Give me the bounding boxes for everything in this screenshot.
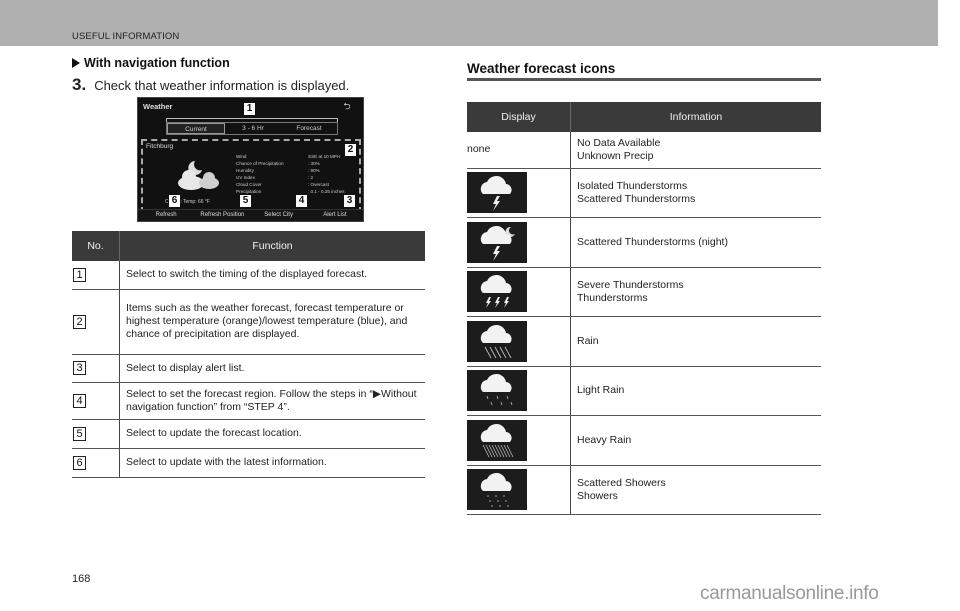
cloud-multi-lightning-icon xyxy=(467,271,527,312)
table-row: Scattered Showers Showers xyxy=(467,465,821,515)
step-text: Check that weather information is displa… xyxy=(94,78,350,93)
nav-heading-text: With navigation function xyxy=(84,56,230,70)
table-row: Rain xyxy=(467,316,821,367)
info-line: Showers xyxy=(577,489,618,502)
callout-1: 1 xyxy=(243,102,256,116)
heading-rule xyxy=(467,78,821,81)
function-text: Select to update with the latest informa… xyxy=(119,448,425,478)
table-row: 6 Select to update with the latest infor… xyxy=(72,448,425,478)
cloud-moon-lightning-icon xyxy=(467,221,527,263)
table-row: 2 Items such as the weather forecast, fo… xyxy=(72,289,425,355)
cloud-light-rain-icon xyxy=(467,370,527,411)
function-text: Select to display alert list. xyxy=(119,354,425,383)
table-row: 4 Select to set the forecast region. Fol… xyxy=(72,382,425,420)
function-text: Select to update the forecast location. xyxy=(119,419,425,449)
table-row: Light Rain xyxy=(467,366,821,416)
info-line: Rain xyxy=(577,334,599,347)
display-none: none xyxy=(467,132,571,169)
header-information: Information xyxy=(570,102,821,132)
table-row: Isolated Thunderstorms Scattered Thunders… xyxy=(467,168,821,218)
table-row: Heavy Rain xyxy=(467,415,821,466)
triangle-bullet-icon xyxy=(72,58,80,68)
number-badge: 4 xyxy=(73,393,86,408)
nav-heading: With navigation function xyxy=(72,56,230,70)
select-city-button[interactable]: Select City xyxy=(251,210,307,221)
tab-current[interactable]: Current xyxy=(167,123,225,134)
cloud-lightning-icon xyxy=(467,172,527,213)
tab-forecast[interactable]: Forecast xyxy=(281,123,337,134)
step-number: 3. xyxy=(72,75,87,94)
info-line: Severe Thunderstorms xyxy=(577,278,684,291)
screen-title: Weather xyxy=(143,102,173,111)
table-header: No. Function xyxy=(72,231,425,261)
page-number: 168 xyxy=(72,573,91,585)
detail-row: Humidity: 90% xyxy=(236,168,320,173)
city-name: Fitchburg xyxy=(146,143,174,150)
cloud-moon-icon xyxy=(178,161,219,190)
table-row: 1 Select to switch the timing of the dis… xyxy=(72,261,425,290)
weather-icons-heading: Weather forecast icons xyxy=(467,61,616,76)
detail-row: Chance of Precipitation: 30% xyxy=(236,161,320,166)
back-arrow-icon[interactable]: ⮌ xyxy=(337,101,357,111)
callout-2: 2 xyxy=(344,143,357,157)
detail-row: Cloud Cover: Overcast xyxy=(236,182,329,187)
callout-4: 4 xyxy=(295,194,308,208)
screen-button-bar: Refresh Refresh Position Select City Ale… xyxy=(138,209,363,221)
cloud-rain-icon xyxy=(467,320,527,362)
info-line: Isolated Thunderstorms xyxy=(577,179,688,192)
number-badge: 6 xyxy=(73,455,86,470)
weather-icons-table: Display Information none No Data Availab… xyxy=(467,102,821,515)
table-row: Severe Thunderstorms Thunderstorms xyxy=(467,267,821,317)
info-line: Scattered Thunderstorms (night) xyxy=(577,235,728,248)
header-no: No. xyxy=(72,231,120,261)
function-text: Select to set the forecast region. Follo… xyxy=(119,382,425,420)
info-line: Heavy Rain xyxy=(577,433,632,446)
table-header: Display Information xyxy=(467,102,821,132)
number-badge: 2 xyxy=(73,314,86,329)
header-function: Function xyxy=(119,231,425,261)
table-row: 5 Select to update the forecast location… xyxy=(72,419,425,449)
info-line: No Data Available xyxy=(577,136,661,149)
weather-details: Wind SSE at 10 MPH Chance of Precipitatio… xyxy=(236,153,356,195)
table-row: Scattered Thunderstorms (night) xyxy=(467,217,821,268)
function-text: Select to switch the timing of the displ… xyxy=(119,261,425,290)
number-badge: 5 xyxy=(73,426,86,441)
info-line: Light Rain xyxy=(577,384,625,396)
refresh-position-button[interactable]: Refresh Position xyxy=(194,210,250,221)
alert-list-button[interactable]: Alert List xyxy=(307,210,363,221)
section-label: USEFUL INFORMATION xyxy=(72,31,180,42)
tab-3-6-hr[interactable]: 3 - 6 Hr xyxy=(225,123,281,134)
detail-row: Wind SSE at 10 MPH xyxy=(236,154,341,159)
info-line: Scattered Showers xyxy=(577,476,666,489)
forecast-timing-tabs: Current 3 - 6 Hr Forecast xyxy=(166,122,338,135)
number-badge: 3 xyxy=(73,361,86,375)
table-row: 3 Select to display alert list. xyxy=(72,354,425,383)
detail-row: UV Index: 2 xyxy=(236,175,314,180)
watermark: carmanualsonline.info xyxy=(700,583,879,604)
callout-3: 3 xyxy=(343,194,356,208)
cloud-showers-icon xyxy=(467,469,527,510)
function-table: No. Function 1 Select to switch the timi… xyxy=(72,231,425,478)
cloud-heavy-rain-icon xyxy=(467,419,527,461)
number-badge: 1 xyxy=(73,267,86,282)
refresh-button[interactable]: Refresh xyxy=(138,210,194,221)
step-3: 3. Check that weather information is disp… xyxy=(72,75,349,95)
header-display: Display xyxy=(467,102,571,132)
callout-5: 5 xyxy=(239,194,252,208)
table-row: none No Data Available Unknown Precip xyxy=(467,132,821,169)
info-line: Scattered Thunderstorms xyxy=(577,192,696,205)
function-text: Items such as the weather forecast, fore… xyxy=(119,289,425,355)
callout-6: 6 xyxy=(168,194,181,208)
info-line: Unknown Precip xyxy=(577,149,654,162)
info-line: Thunderstorms xyxy=(577,291,648,304)
